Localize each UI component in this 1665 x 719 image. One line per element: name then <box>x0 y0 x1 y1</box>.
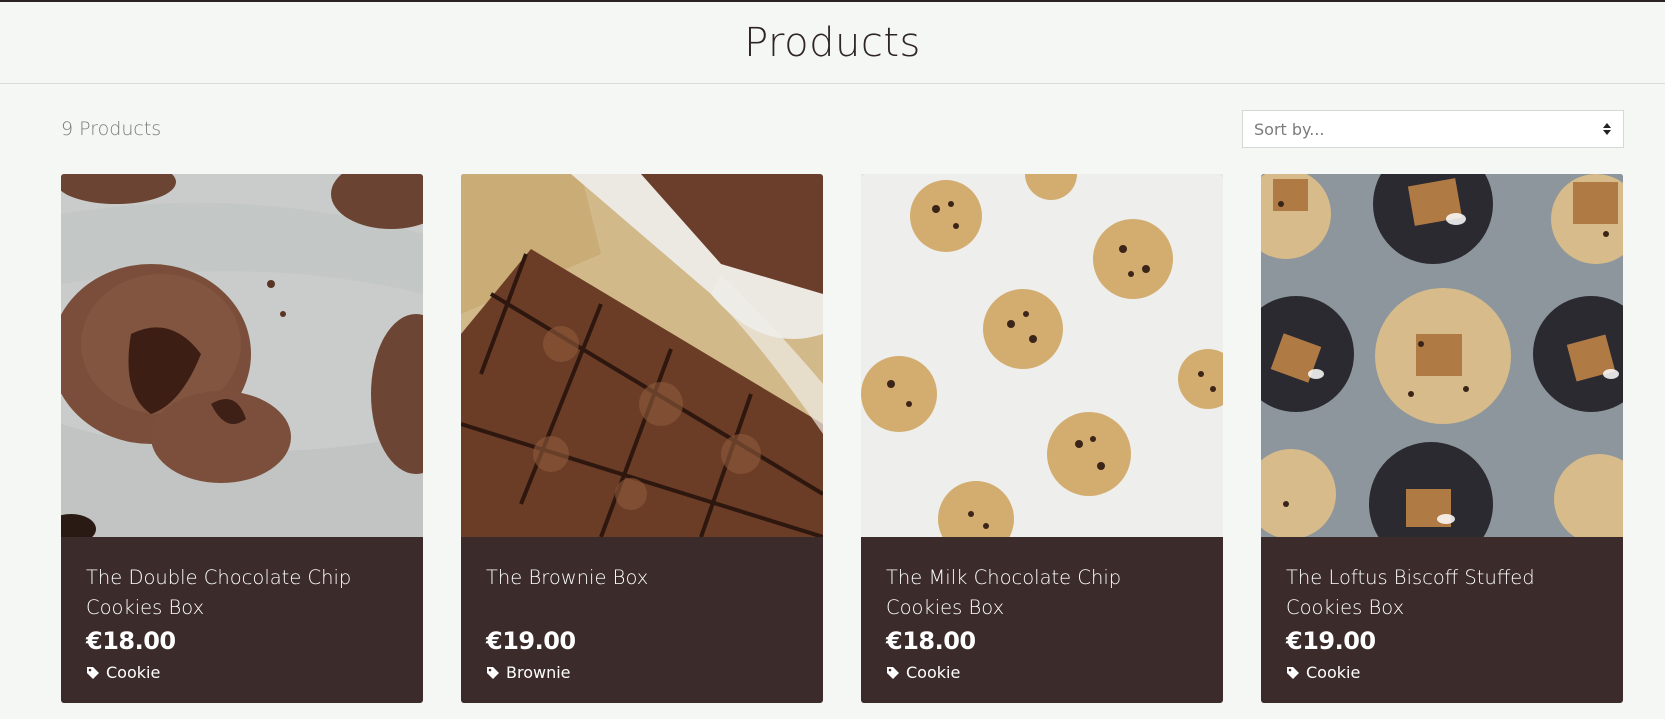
product-category[interactable]: Cookie <box>86 663 398 682</box>
product-card[interactable]: The Milk Chocolate Chip Cookies Box €18.… <box>861 174 1223 703</box>
products-toolbar: 9 Products Sort by... <box>61 110 1624 148</box>
tag-icon <box>887 666 899 679</box>
product-price: €18.00 <box>886 627 976 655</box>
tag-icon <box>1287 666 1299 679</box>
product-price: €18.00 <box>86 627 176 655</box>
product-info: The Loftus Biscoff Stuffed Cookies Box €… <box>1261 537 1623 703</box>
product-category[interactable]: Brownie <box>486 663 798 682</box>
sort-select[interactable]: Sort by... <box>1242 110 1624 148</box>
product-category-label: Cookie <box>906 663 961 682</box>
product-price: €19.00 <box>1286 627 1376 655</box>
product-category[interactable]: Cookie <box>1286 663 1598 682</box>
product-category[interactable]: Cookie <box>886 663 1198 682</box>
product-image[interactable] <box>461 174 823 537</box>
product-name[interactable]: The Brownie Box <box>486 563 798 623</box>
tag-icon <box>487 666 499 679</box>
product-name[interactable]: The Double Chocolate Chip Cookies Box <box>86 563 398 623</box>
product-card[interactable]: The Double Chocolate Chip Cookies Box €1… <box>61 174 423 703</box>
product-card[interactable]: The Brownie Box €19.00 Brownie <box>461 174 823 703</box>
product-category-label: Cookie <box>1306 663 1361 682</box>
page-header: Products <box>0 2 1665 84</box>
product-image[interactable] <box>61 174 423 537</box>
product-name[interactable]: The Loftus Biscoff Stuffed Cookies Box <box>1286 563 1598 623</box>
product-info: The Double Chocolate Chip Cookies Box €1… <box>61 537 423 703</box>
product-image[interactable] <box>1261 174 1623 537</box>
product-info: The Milk Chocolate Chip Cookies Box €18.… <box>861 537 1223 703</box>
product-image[interactable] <box>861 174 1223 537</box>
sort-placeholder: Sort by... <box>1254 119 1325 139</box>
product-category-label: Cookie <box>106 663 161 682</box>
product-count: 9 Products <box>61 118 162 140</box>
product-name[interactable]: The Milk Chocolate Chip Cookies Box <box>886 563 1198 623</box>
product-grid: The Double Chocolate Chip Cookies Box €1… <box>61 174 1624 703</box>
page-title: Products <box>744 19 921 66</box>
sort-arrows-icon <box>1603 123 1611 135</box>
product-category-label: Brownie <box>506 663 571 682</box>
tag-icon <box>87 666 99 679</box>
product-info: The Brownie Box €19.00 Brownie <box>461 537 823 703</box>
product-price: €19.00 <box>486 627 576 655</box>
product-card[interactable]: The Loftus Biscoff Stuffed Cookies Box €… <box>1261 174 1623 703</box>
